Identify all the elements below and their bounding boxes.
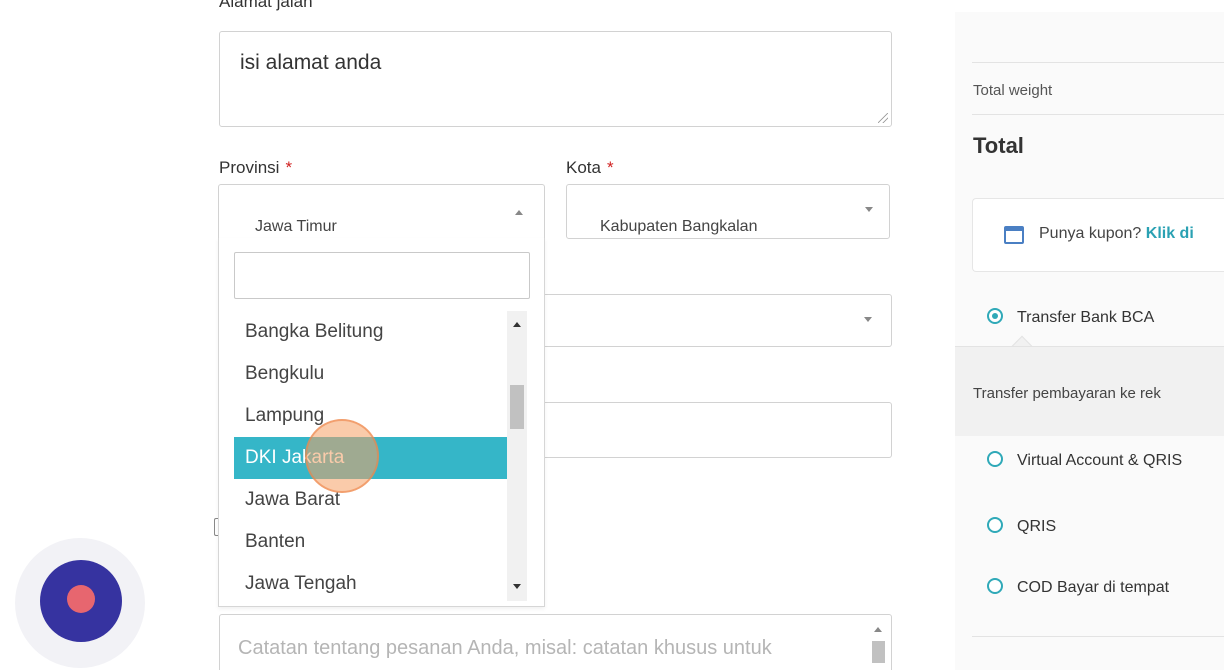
total-label: Total xyxy=(973,133,1024,158)
caret-down-icon xyxy=(864,317,872,322)
city-selected-value: Kabupaten Bangkalan xyxy=(600,218,758,235)
province-label-text: Provinsi xyxy=(219,158,280,177)
dropdown-scrollbar[interactable] xyxy=(507,311,527,601)
province-selected-value: Jawa Timur xyxy=(255,218,337,235)
radio-icon[interactable] xyxy=(987,516,1003,533)
calendar-icon xyxy=(1004,226,1024,244)
radio-icon[interactable] xyxy=(987,450,1003,467)
order-summary-panel xyxy=(955,12,1224,670)
scroll-up-icon[interactable] xyxy=(513,322,521,327)
required-mark: * xyxy=(285,158,293,177)
coupon-link[interactable]: Klik di xyxy=(1146,225,1194,242)
address-label: Alamat jalan xyxy=(219,0,313,11)
city-label-text: Kota xyxy=(566,158,601,177)
payment-option-bca[interactable]: Transfer Bank BCA xyxy=(987,307,1155,327)
province-option[interactable]: Jawa Barat xyxy=(234,479,507,521)
notes-scrollbar[interactable] xyxy=(870,615,887,670)
province-label: Provinsi * xyxy=(219,158,292,178)
district-select[interactable] xyxy=(544,294,892,347)
payment-option-qris[interactable]: QRIS xyxy=(987,516,1057,536)
divider xyxy=(972,636,1224,637)
payment-label: COD Bayar di tempat xyxy=(1017,579,1170,596)
province-dropdown[interactable]: Bangka Belitung Bengkulu Lampung DKI Jak… xyxy=(218,238,545,607)
postcode-input[interactable] xyxy=(544,402,892,458)
payment-description: Transfer pembayaran ke rek xyxy=(973,385,1161,402)
caret-down-icon xyxy=(865,207,873,212)
coupon-prompt: Punya kupon? xyxy=(1039,225,1142,242)
coupon-notice: Punya kupon? Klik di xyxy=(972,198,1224,272)
record-dot-icon xyxy=(67,585,95,613)
radio-icon[interactable] xyxy=(987,577,1003,594)
order-notes-textarea[interactable]: Catatan tentang pesanan Anda, misal: cat… xyxy=(219,614,892,670)
resize-grip-icon[interactable] xyxy=(878,113,888,123)
divider xyxy=(972,114,1224,115)
total-weight-label: Total weight xyxy=(973,82,1053,99)
payment-label: Virtual Account & QRIS xyxy=(1017,452,1183,469)
city-label: Kota * xyxy=(566,158,614,178)
payment-label: Transfer Bank BCA xyxy=(1017,309,1155,326)
scrollbar-thumb[interactable] xyxy=(872,641,885,663)
scroll-down-icon[interactable] xyxy=(513,584,521,589)
province-option[interactable]: Lampung xyxy=(234,395,507,437)
click-indicator xyxy=(305,419,379,493)
address-textarea[interactable]: isi alamat anda xyxy=(219,31,892,127)
caret-up-icon xyxy=(515,210,523,215)
province-option[interactable]: Bangka Belitung xyxy=(234,311,507,353)
required-mark: * xyxy=(606,158,614,177)
province-option[interactable]: Banten xyxy=(234,521,507,563)
divider xyxy=(972,62,1224,63)
province-option[interactable]: Jawa Tengah xyxy=(234,563,507,601)
payment-label: QRIS xyxy=(1017,518,1057,535)
province-search-input[interactable] xyxy=(234,252,530,299)
province-option[interactable]: Bengkulu xyxy=(234,353,507,395)
payment-option-va-qris[interactable]: Virtual Account & QRIS xyxy=(987,450,1183,470)
payment-option-cod[interactable]: COD Bayar di tempat xyxy=(987,577,1170,597)
radio-checked-icon[interactable] xyxy=(987,307,1003,324)
order-notes-placeholder: Catatan tentang pesanan Anda, misal: cat… xyxy=(238,637,772,659)
address-value: isi alamat anda xyxy=(240,51,382,74)
coupon-text: Punya kupon? Klik di xyxy=(1039,225,1194,243)
scrollbar-thumb[interactable] xyxy=(510,385,524,429)
city-select[interactable]: Kabupaten Bangkalan xyxy=(566,184,890,239)
province-select[interactable]: Jawa Timur xyxy=(218,184,545,239)
scroll-up-icon[interactable] xyxy=(874,627,882,632)
